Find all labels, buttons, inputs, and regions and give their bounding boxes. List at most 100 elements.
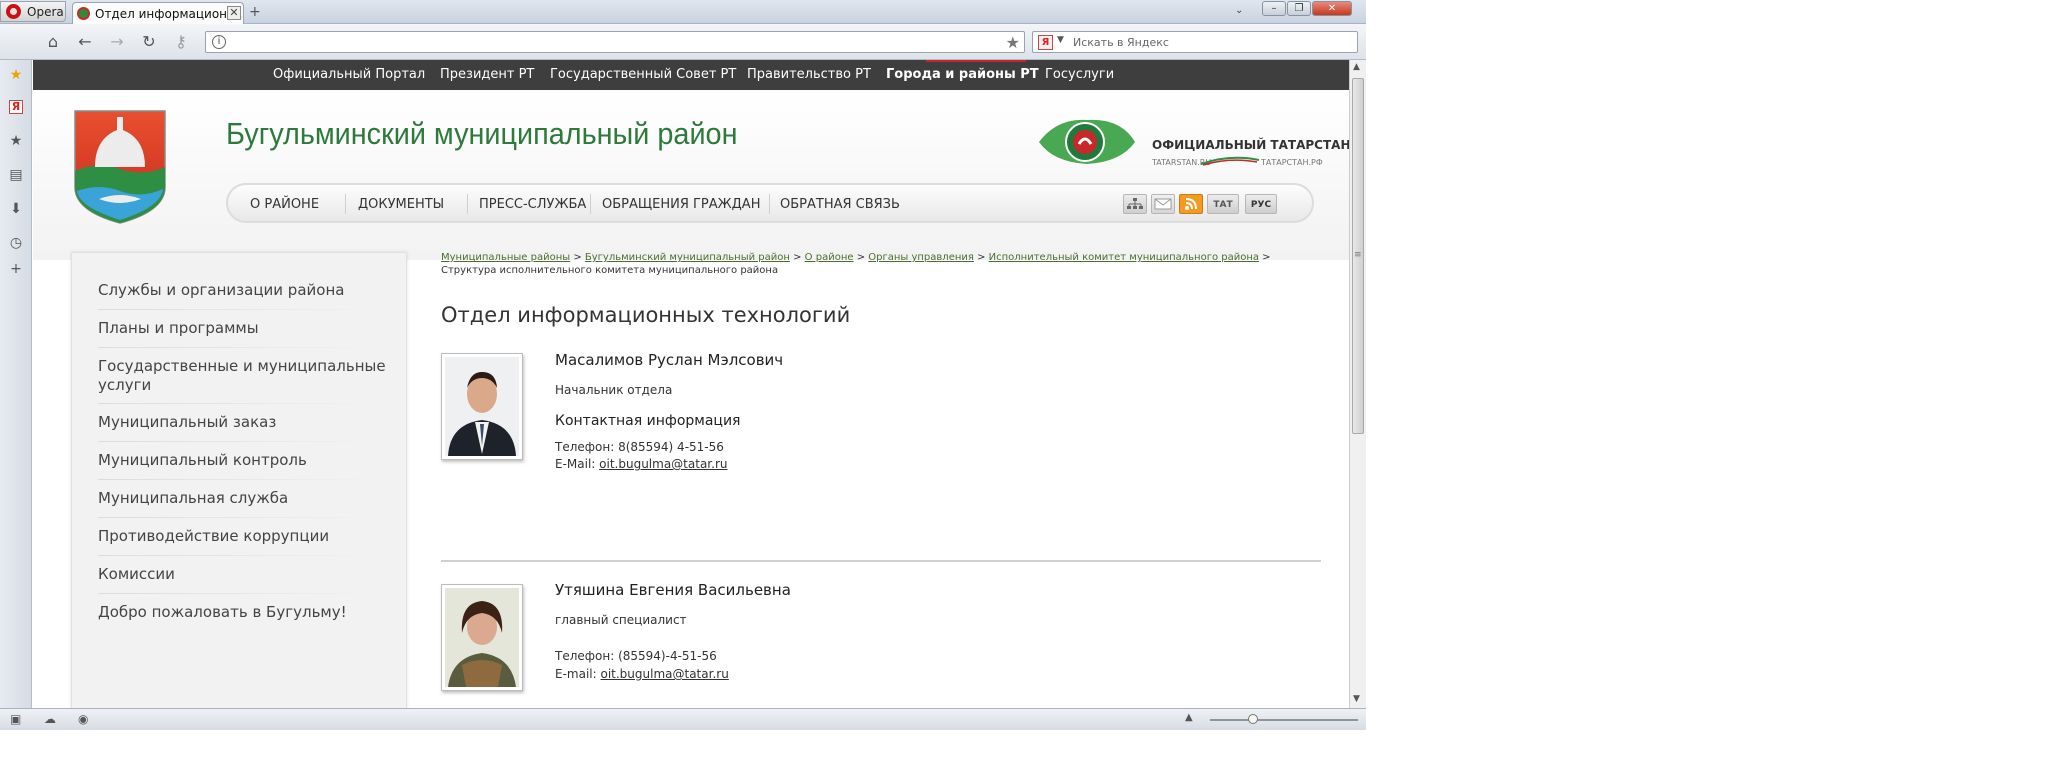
bookmark-star-icon[interactable]: ★ bbox=[1006, 33, 1020, 52]
key-icon[interactable]: ⚷ bbox=[170, 32, 192, 52]
nav-divider bbox=[769, 194, 770, 214]
scroll-down-icon[interactable]: ▼ bbox=[1353, 694, 1360, 704]
mainnav-about[interactable]: О РАЙОНЕ bbox=[250, 197, 319, 212]
mainnav-press[interactable]: ПРЕСС-СЛУЖБА bbox=[479, 197, 586, 212]
person-position: Начальник отдела bbox=[555, 383, 673, 397]
yandex-icon[interactable]: Я bbox=[9, 100, 23, 114]
email-label: E-mail: bbox=[555, 667, 601, 681]
breadcrumb-separator: > bbox=[1259, 252, 1271, 263]
breadcrumb-separator: > bbox=[853, 252, 869, 263]
topnav-gosuslugi[interactable]: Госуслуги bbox=[1045, 67, 1114, 82]
left-menu-item-welcome[interactable]: Добро пожаловать в Бугульму! bbox=[98, 603, 388, 622]
home-icon[interactable]: ⌂ bbox=[42, 32, 64, 52]
mail-icon[interactable] bbox=[1151, 194, 1175, 214]
topnav-state-council[interactable]: Государственный Совет РТ bbox=[550, 67, 736, 82]
notes-icon[interactable]: ▤ bbox=[7, 166, 25, 184]
person-phone: Телефон: (85594)-4-51-56 bbox=[555, 649, 717, 663]
tab-list-icon[interactable]: ⌄ bbox=[1235, 5, 1243, 16]
view-toggle-icon[interactable]: ▲ bbox=[1185, 712, 1193, 723]
close-window-button[interactable]: ✕ bbox=[1312, 1, 1352, 16]
topnav-president[interactable]: Президент РТ bbox=[440, 67, 534, 82]
person-name: Масалимов Руслан Мэлсович bbox=[555, 351, 784, 369]
person-email-line: E-Mail: oit.bugulma@tatar.ru bbox=[555, 457, 727, 471]
panel-toggle-icon[interactable]: ▣ bbox=[10, 712, 21, 726]
history-icon[interactable]: ◷ bbox=[7, 234, 25, 252]
nav-divider bbox=[345, 194, 346, 214]
tatarstan-favicon-icon bbox=[77, 7, 90, 20]
browser-window: Opera Отдел информационн... ✕ + ⌄ – ❐ ✕ … bbox=[0, 0, 1366, 768]
sitemap-icon[interactable] bbox=[1123, 194, 1147, 214]
opera-side-panel: ★ Я ★ ▤ ⬇ ◷ + bbox=[0, 60, 32, 708]
left-menu-item-services[interactable]: Службы и организации района bbox=[98, 281, 388, 300]
breadcrumb-link[interactable]: Органы управления bbox=[868, 252, 974, 263]
star-icon[interactable]: ★ bbox=[7, 132, 25, 150]
page-title: Отдел информационных технологий bbox=[441, 303, 851, 327]
breadcrumb-separator: > bbox=[570, 252, 585, 263]
left-menu-item-municipal-control[interactable]: Муниципальный контроль bbox=[98, 451, 388, 470]
person-email-line: E-mail: oit.bugulma@tatar.ru bbox=[555, 667, 729, 681]
lang-tat-button[interactable]: ТАТ bbox=[1207, 194, 1239, 214]
topnav-government[interactable]: Правительство РТ bbox=[747, 67, 871, 82]
lang-rus-button[interactable]: РУС bbox=[1245, 194, 1277, 214]
turbo-icon[interactable]: ◉ bbox=[78, 712, 88, 726]
maximize-button[interactable]: ❐ bbox=[1287, 1, 1311, 16]
email-link[interactable]: oit.bugulma@tatar.ru bbox=[599, 457, 727, 471]
official-tatarstan-title: ОФИЦИАЛЬНЫЙ ТАТАРСТАН bbox=[1152, 138, 1349, 152]
mainnav-feedback[interactable]: ОБРАТНАЯ СВЯЗЬ bbox=[780, 197, 900, 212]
blank-area bbox=[1366, 0, 2070, 768]
search-engine-dropdown-icon[interactable]: ▼ bbox=[1057, 35, 1064, 45]
rss-icon[interactable] bbox=[1179, 194, 1203, 214]
email-label: E-Mail: bbox=[555, 457, 600, 471]
breadcrumb: Муниципальные районы > Бугульминский мун… bbox=[441, 251, 1321, 277]
site-info-icon[interactable]: i bbox=[212, 35, 226, 49]
left-menu-item-anti-corruption[interactable]: Противодействие коррупции bbox=[98, 527, 388, 546]
menu-divider bbox=[98, 441, 382, 442]
breadcrumb-link[interactable]: Исполнительный комитет муниципального ра… bbox=[989, 252, 1259, 263]
tatarstan-rf-link[interactable]: ТАТАРСТАН.РФ bbox=[1261, 158, 1323, 167]
plus-icon[interactable]: + bbox=[7, 260, 25, 278]
scroll-up-icon[interactable]: ▲ bbox=[1353, 62, 1360, 72]
yandex-icon: Я bbox=[1038, 35, 1053, 50]
search-field[interactable]: Я ▼ Искать в Яндекс bbox=[1032, 31, 1358, 53]
coat-of-arms-logo[interactable] bbox=[71, 107, 169, 227]
downloads-icon[interactable]: ⬇ bbox=[7, 200, 25, 218]
email-link[interactable]: oit.bugulma@tatar.ru bbox=[600, 667, 728, 681]
cloud-icon[interactable]: ☁ bbox=[44, 712, 56, 726]
new-tab-icon[interactable]: + bbox=[249, 4, 261, 20]
tab-close-icon[interactable]: ✕ bbox=[227, 6, 241, 20]
zoom-slider-thumb[interactable] bbox=[1248, 714, 1258, 724]
breadcrumb-link[interactable]: О районе bbox=[805, 252, 854, 263]
left-menu-item-plans[interactable]: Планы и программы bbox=[98, 319, 388, 338]
person-position: главный специалист bbox=[555, 613, 687, 627]
breadcrumb-link[interactable]: Бугульминский муниципальный район bbox=[585, 252, 790, 263]
grip-icon: ≡ bbox=[1354, 250, 1362, 260]
tatarstan-logo[interactable] bbox=[1037, 112, 1137, 168]
nav-divider bbox=[590, 194, 591, 214]
reload-icon[interactable]: ↻ bbox=[138, 32, 160, 52]
topnav-cities-districts[interactable]: Города и районы РТ bbox=[886, 60, 1039, 82]
browser-tab[interactable]: Отдел информационн... ✕ bbox=[72, 2, 244, 24]
opera-menu-button[interactable]: Opera bbox=[0, 1, 66, 22]
bookmarks-icon[interactable]: ★ bbox=[7, 66, 25, 84]
topnav-official-portal[interactable]: Официальный Портал bbox=[273, 67, 425, 82]
minimize-button[interactable]: – bbox=[1262, 1, 1286, 16]
left-menu-item-commissions[interactable]: Комиссии bbox=[98, 565, 388, 584]
address-bar[interactable]: i ★ bbox=[205, 31, 1025, 53]
site-title[interactable]: Бугульминский муниципальный район bbox=[226, 116, 738, 152]
back-icon[interactable]: ← bbox=[74, 32, 96, 52]
breadcrumb-separator: > bbox=[973, 252, 989, 263]
menu-divider bbox=[98, 517, 382, 518]
left-menu-item-gov-services[interactable]: Государственные и муниципальные услуги bbox=[98, 357, 388, 395]
vertical-scrollbar[interactable]: ▲ ≡ ▼ bbox=[1349, 60, 1366, 708]
opera-menu-label: Opera bbox=[27, 5, 64, 19]
forward-icon[interactable]: → bbox=[106, 32, 128, 52]
person-photo bbox=[441, 584, 523, 691]
left-menu-item-municipal-service[interactable]: Муниципальная служба bbox=[98, 489, 388, 508]
person-photo bbox=[441, 353, 523, 460]
mainnav-documents[interactable]: ДОКУМЕНТЫ bbox=[358, 197, 444, 212]
zoom-slider[interactable] bbox=[1210, 719, 1358, 721]
status-bar: ▣ ☁ ◉ ▲ bbox=[0, 708, 1366, 730]
left-menu-item-municipal-order[interactable]: Муниципальный заказ bbox=[98, 413, 388, 432]
breadcrumb-link[interactable]: Муниципальные районы bbox=[441, 252, 570, 263]
mainnav-appeals[interactable]: ОБРАЩЕНИЯ ГРАЖДАН bbox=[602, 197, 760, 212]
